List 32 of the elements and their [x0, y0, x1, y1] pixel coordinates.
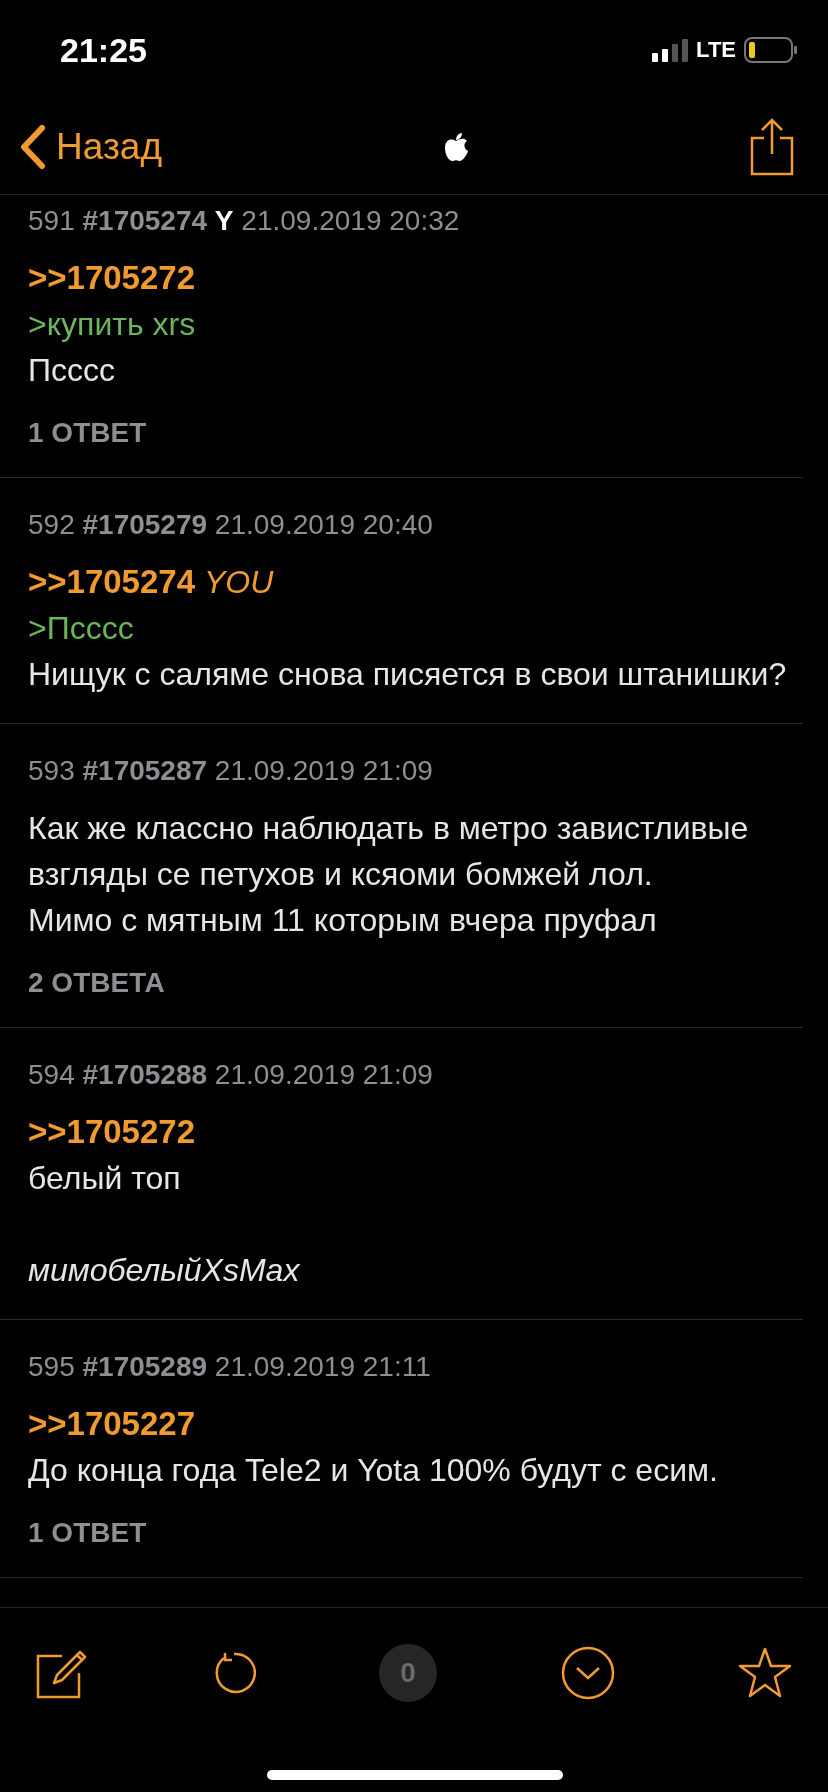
quote-text: >купить xrs: [28, 305, 197, 344]
replies-link[interactable]: 1 ОТВЕТ: [28, 1515, 803, 1551]
back-button[interactable]: Назад: [18, 124, 162, 170]
reply-link[interactable]: >>1705272: [28, 1113, 195, 1150]
post-text: белый топ: [28, 1159, 182, 1198]
chevron-icon: [18, 124, 46, 170]
battery-icon: [744, 37, 798, 63]
post-header: 595 #1705289 21.09.2019 21:11: [28, 1350, 432, 1384]
replies-link[interactable]: 2 ОТВЕТА: [28, 965, 803, 1001]
post-header: 591 #1705274 Y 21.09.2019 20:32: [28, 204, 461, 238]
post-header: 593 #1705287 21.09.2019 21:09: [28, 754, 434, 788]
post-text: Псссс: [28, 351, 116, 390]
you-tag: YOU: [203, 564, 274, 600]
scroll-down-icon[interactable]: [560, 1646, 615, 1700]
apple-logo-icon: [443, 132, 469, 162]
post-text: До конца года Tele2 и Yota 100% будут с есим.: [28, 1451, 719, 1490]
star-icon[interactable]: [738, 1647, 792, 1699]
status-time: 21:25: [60, 30, 147, 70]
post-text: Мимо с мятным 11 которым вчера пруфал: [28, 901, 658, 940]
quote-text: >Псссс: [28, 609, 135, 648]
post-text: Как же классно наблюдать в метро завистливые взгляды се петухов и ксяоми бомжей лол.: [28, 809, 750, 894]
reply-link[interactable]: >>1705272: [28, 259, 195, 296]
post-header: 592 #1705279 21.09.2019 20:40: [28, 508, 434, 542]
network-label: LTE: [696, 37, 736, 63]
post-text: Нищук с саляме снова писяется в свои штанишки?: [28, 655, 788, 694]
post-header: 594 #1705288 21.09.2019 21:09: [28, 1058, 434, 1092]
reply-link[interactable]: >>1705274: [28, 563, 195, 600]
share-icon[interactable]: [750, 118, 794, 176]
replies-link[interactable]: 1 ОТВЕТ: [28, 415, 803, 451]
reply-link[interactable]: >>1705227: [28, 1405, 195, 1442]
signal-icon: [652, 38, 689, 62]
signature-text: мимобелыйXsMax: [28, 1251, 301, 1290]
